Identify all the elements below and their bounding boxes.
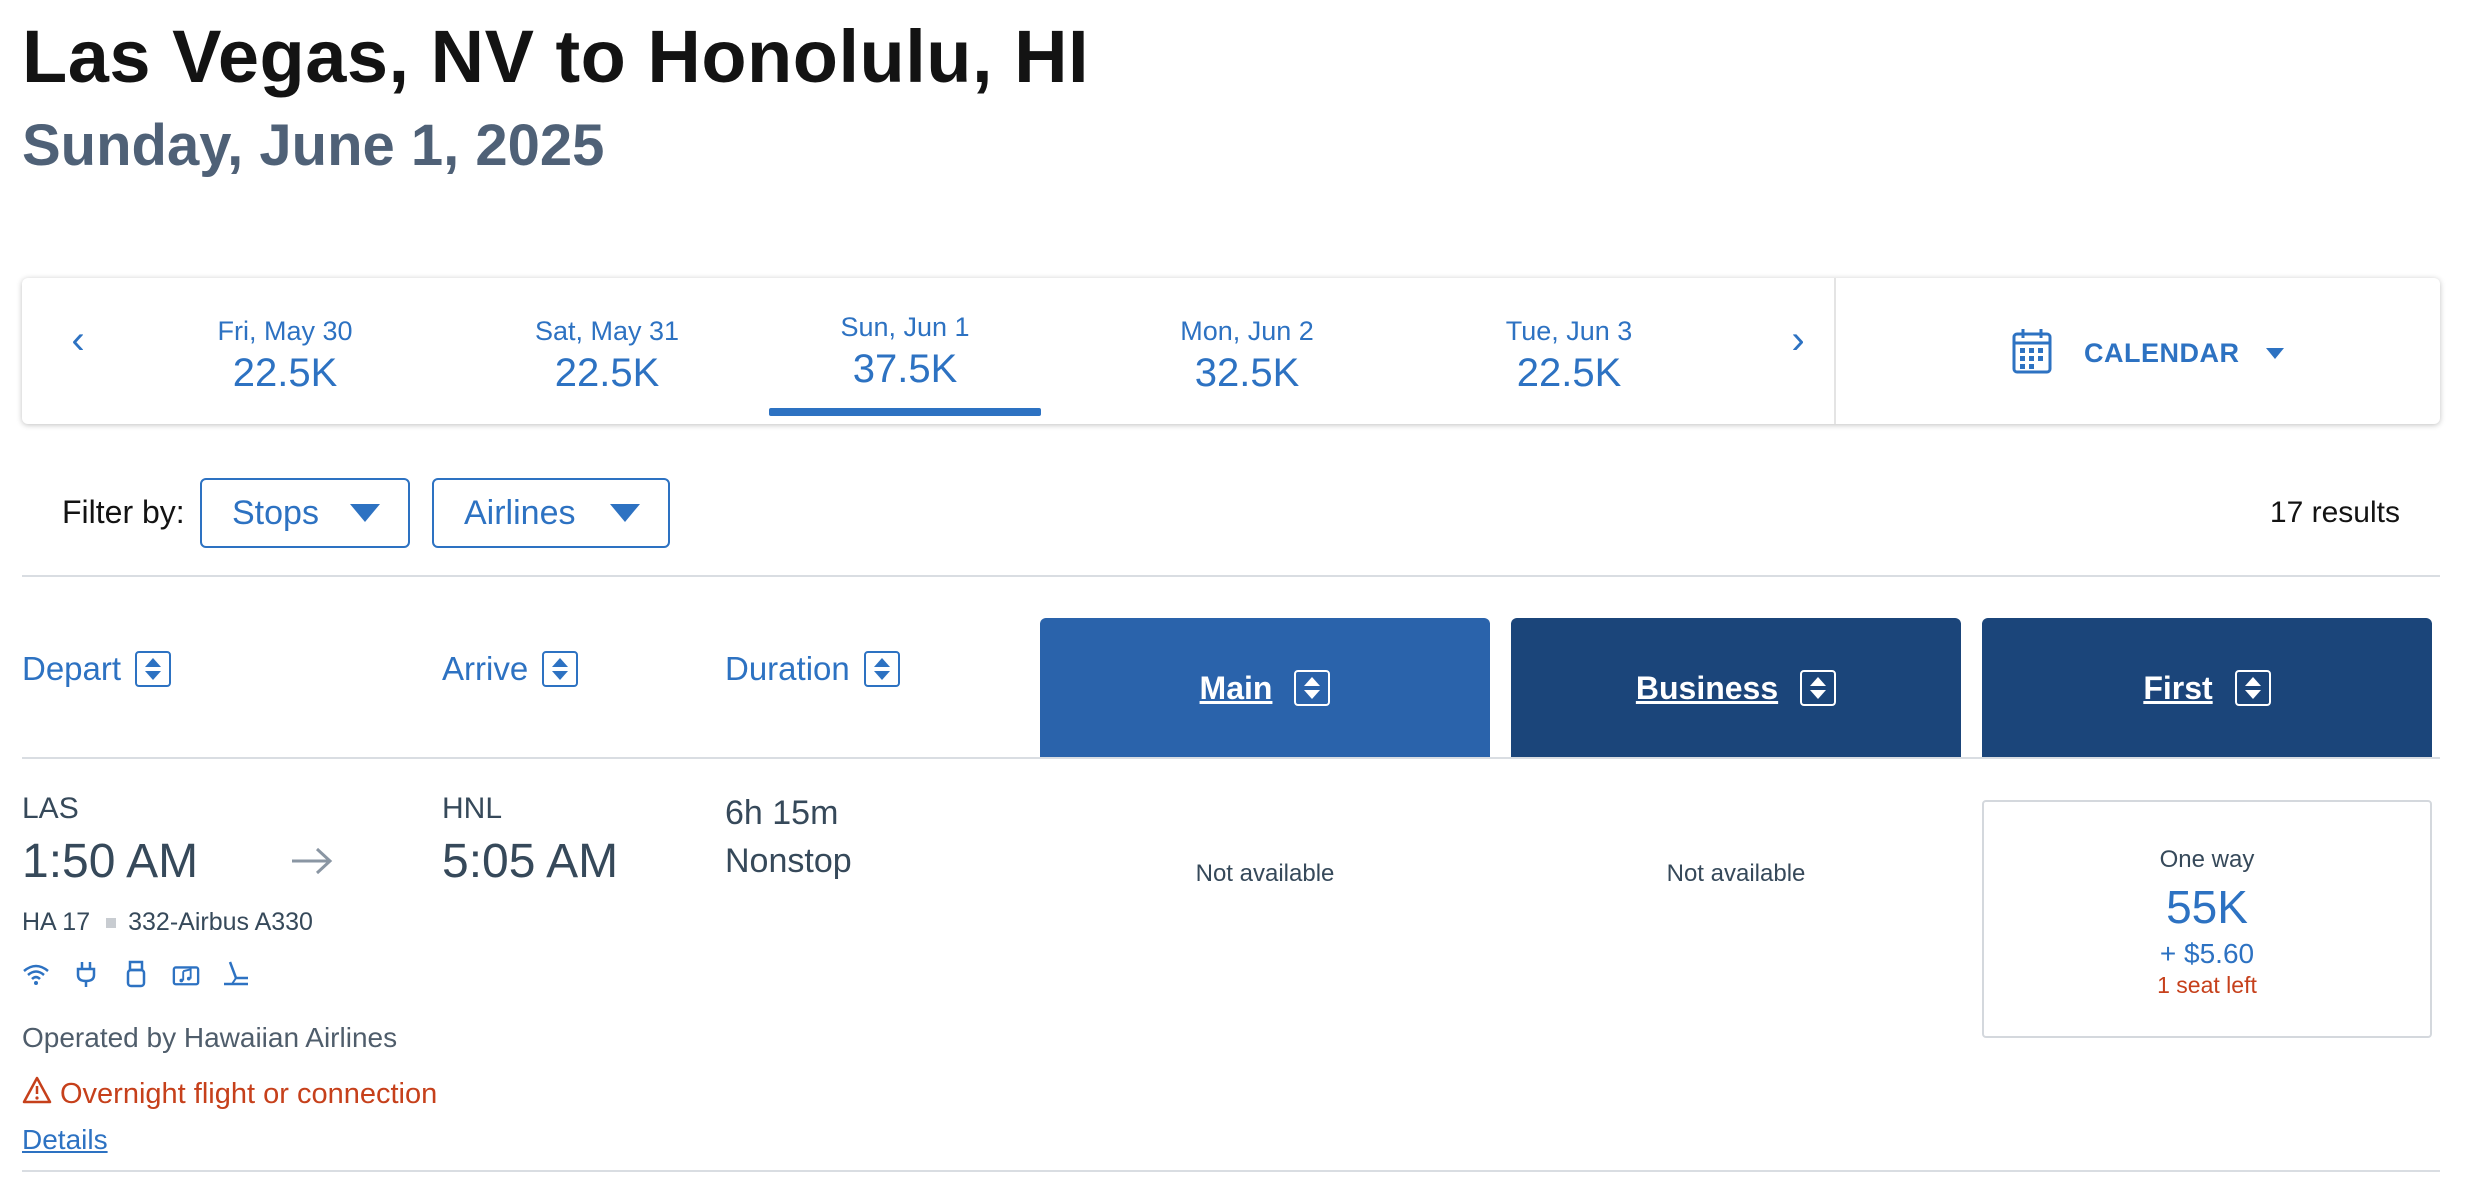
wifi-icon (22, 960, 50, 988)
date-option[interactable]: Tue, Jun 3 22.5K (1434, 316, 1704, 396)
power-plug-icon (72, 960, 100, 988)
date-selector-bar: ‹ Fri, May 30 22.5K Sat, May 31 22.5K Su… (22, 278, 2440, 424)
warning-icon (22, 1076, 52, 1112)
page-title: Las Vegas, NV to Honolulu, HI (22, 15, 1090, 98)
amenities (22, 960, 250, 988)
date-option-label: Sun, Jun 1 (840, 312, 970, 342)
sort-icon (135, 651, 172, 687)
business-fare-unavailable: Not available (1666, 860, 1806, 887)
flight-duration: 6h 15m (725, 794, 839, 832)
calendar-label: CALENDAR (2084, 338, 2240, 368)
cabin-header-first[interactable]: First (1982, 618, 2432, 758)
sort-icon (2234, 670, 2271, 706)
airlines-filter-dropdown[interactable]: Airlines (432, 478, 670, 548)
date-option-label: Fri, May 30 (217, 316, 353, 346)
sort-icon (1294, 670, 1331, 706)
date-option[interactable]: Sat, May 31 22.5K (472, 316, 742, 396)
warning-text: Overnight flight or connection (60, 1077, 438, 1110)
caret-down-icon (350, 504, 380, 522)
date-option-price: 22.5K (232, 351, 338, 395)
chevron-right-icon[interactable]: › (1778, 318, 1818, 363)
date-option[interactable]: Fri, May 30 22.5K (150, 316, 420, 396)
divider (1834, 278, 1836, 424)
duration-column-label: Duration (725, 650, 850, 687)
details-link[interactable]: Details (22, 1124, 108, 1156)
entertainment-icon (172, 960, 200, 988)
main-fare-unavailable: Not available (1195, 860, 1335, 887)
date-option-label: Mon, Jun 2 (1180, 316, 1314, 346)
seats-left: 1 seat left (2157, 972, 2257, 998)
divider (22, 575, 2440, 577)
page-subtitle-date: Sunday, June 1, 2025 (22, 113, 605, 178)
sort-duration[interactable]: Duration (725, 650, 900, 688)
calendar-icon (2012, 328, 2052, 379)
selected-date-underline (769, 408, 1041, 416)
flight-info: HA 17 332-Airbus A330 (22, 908, 313, 937)
separator-dot (106, 917, 117, 928)
caret-down-icon (2265, 348, 2284, 359)
fare-type-label: One way (2159, 846, 2255, 873)
cabin-header-main[interactable]: Main (1040, 618, 1490, 758)
first-cabin-label: First (2143, 669, 2213, 706)
caret-down-icon (610, 504, 640, 522)
airlines-filter-label: Airlines (464, 493, 576, 532)
first-fare-option[interactable]: One way 55K + $5.60 1 seat left (1982, 800, 2432, 1038)
divider (22, 1170, 2440, 1172)
arrive-column-label: Arrive (442, 650, 529, 687)
calendar-button[interactable]: CALENDAR (2012, 328, 2284, 379)
aircraft-type: 332-Airbus A330 (128, 908, 313, 936)
filter-label: Filter by: (62, 494, 185, 530)
sort-depart[interactable]: Depart (22, 650, 172, 688)
date-option-price: 37.5K (852, 347, 958, 391)
arrive-time: 5:05 AM (442, 835, 619, 888)
flight-stops: Nonstop (725, 842, 852, 880)
arrow-right-icon (290, 846, 334, 881)
sort-icon (863, 651, 900, 687)
destination-airport-code: HNL (442, 792, 503, 825)
sort-icon (1800, 670, 1837, 706)
cabin-header-business[interactable]: Business (1511, 618, 1961, 758)
depart-column-label: Depart (22, 650, 122, 687)
fare-miles: 55K (2166, 881, 2248, 933)
operator-text: Operated by Hawaiian Airlines (22, 1022, 398, 1053)
date-option-price: 22.5K (554, 351, 660, 395)
seat-icon (222, 960, 250, 988)
chevron-left-icon[interactable]: ‹ (58, 318, 98, 363)
main-cabin-label: Main (1199, 669, 1273, 706)
date-option-price: 32.5K (1194, 351, 1300, 395)
fare-taxes: + $5.60 (2159, 938, 2255, 969)
stops-filter-label: Stops (232, 493, 319, 532)
date-option-label: Sat, May 31 (534, 316, 680, 346)
date-option[interactable]: Mon, Jun 2 32.5K (1112, 316, 1382, 396)
sort-icon (542, 651, 579, 687)
overnight-warning: Overnight flight or connection (22, 1076, 437, 1112)
business-cabin-label: Business (1635, 669, 1779, 706)
divider (22, 757, 2440, 759)
results-count: 17 results (2269, 496, 2400, 529)
stops-filter-dropdown[interactable]: Stops (200, 478, 410, 548)
date-option-label: Tue, Jun 3 (1505, 316, 1633, 346)
sort-arrive[interactable]: Arrive (442, 650, 579, 688)
date-option-selected[interactable]: Sun, Jun 1 37.5K (770, 312, 1040, 392)
usb-icon (122, 960, 150, 988)
origin-airport-code: LAS (22, 792, 79, 825)
date-option-price: 22.5K (1516, 351, 1622, 395)
flight-number: HA 17 (22, 908, 91, 936)
depart-time: 1:50 AM (22, 835, 199, 888)
